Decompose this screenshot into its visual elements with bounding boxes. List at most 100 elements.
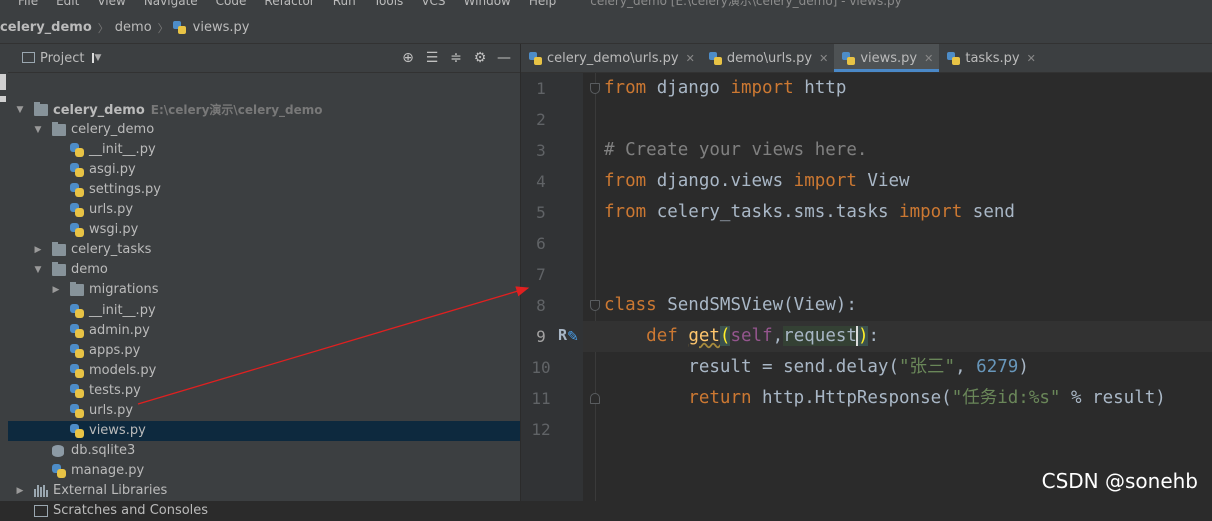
python-file-icon — [947, 51, 961, 65]
tree-item-db-sqlite3[interactable]: db.sqlite3 — [8, 441, 520, 461]
structure-tool-icon[interactable] — [0, 96, 6, 102]
chevron-down-icon[interactable]: ▼ — [14, 100, 26, 120]
project-tool-icon[interactable] — [0, 74, 6, 90]
tree-item-celery-demo[interactable]: ▼ celery_demo — [8, 120, 520, 140]
menu-help[interactable]: Help — [529, 0, 556, 7]
python-file-icon — [708, 51, 722, 65]
line-number: 8 — [536, 296, 546, 315]
editor-tab-demo-urls-py[interactable]: demo\urls.py ✕ — [701, 44, 835, 72]
tab-label: celery_demo\urls.py — [547, 50, 679, 66]
fold-marker-icon[interactable] — [590, 300, 600, 311]
close-icon[interactable]: ✕ — [686, 52, 695, 65]
tree-item-admin-py[interactable]: admin.py — [8, 321, 520, 341]
menu-view[interactable]: View — [97, 0, 125, 7]
menu-code[interactable]: Code — [216, 0, 247, 7]
tree-item-urls-py[interactable]: urls.py — [8, 401, 520, 421]
tree-item-celery-tasks[interactable]: ▶ celery_tasks — [8, 240, 520, 260]
editor: celery_demo\urls.py ✕ demo\urls.py ✕ views.p… — [521, 44, 1212, 501]
menu-navigate[interactable]: Navigate — [144, 0, 198, 7]
menu-tools[interactable]: Tools — [374, 0, 404, 7]
python-file-icon — [70, 403, 84, 418]
tab-label: demo\urls.py — [726, 50, 813, 66]
chevron-down-icon[interactable]: ▼ — [92, 53, 101, 63]
fold-end-marker-icon[interactable] — [590, 393, 600, 404]
menu-bar: File Edit View Navigate Code Refactor Run Tools… — [0, 0, 1212, 12]
tree-item-label: External Libraries — [53, 482, 168, 498]
tree-item-label: demo — [71, 262, 108, 278]
tab-label: views.py — [860, 50, 918, 66]
python-file-icon — [70, 363, 84, 378]
editor-tab-celery-demo-urls-py[interactable]: celery_demo\urls.py ✕ — [521, 44, 701, 72]
tree-item-init-py[interactable]: __init__.py — [8, 140, 520, 160]
editor-tab-views-py[interactable]: views.py ✕ — [834, 44, 940, 72]
close-icon[interactable]: ✕ — [819, 52, 828, 65]
tree-item-label: Scratches and Consoles — [53, 503, 209, 518]
tree-item-label: manage.py — [71, 462, 145, 478]
tree-item-demo[interactable]: ▼ demo — [8, 260, 520, 280]
project-view-selector[interactable]: Project — [40, 51, 84, 66]
python-file-icon — [70, 383, 84, 398]
close-icon[interactable]: ✕ — [924, 52, 933, 65]
route-marker-icon[interactable]: R — [558, 326, 567, 344]
breadcrumb-file[interactable]: views.py — [189, 20, 254, 35]
minimize-icon[interactable]: — — [492, 50, 516, 66]
tree-item-label: celery_demo E:\celery演示\celery_demo — [53, 103, 323, 118]
python-file-icon — [70, 343, 84, 358]
code-line-4: from django.views import View — [604, 171, 910, 191]
breadcrumb-folder[interactable]: demo — [111, 20, 156, 35]
python-file-icon — [70, 203, 84, 218]
database-icon — [52, 444, 64, 457]
line-number: 7 — [536, 265, 546, 284]
menu-file[interactable]: File — [18, 0, 38, 7]
menu-run[interactable]: Run — [333, 0, 356, 7]
window-title: celery_demo [E:\celery演示\celery_demo] - … — [590, 0, 902, 8]
chevron-right-icon[interactable]: ▶ — [32, 240, 44, 260]
expand-all-icon[interactable]: ☰ — [420, 50, 444, 66]
chevron-right-icon[interactable]: ▶ — [14, 481, 26, 501]
gear-icon[interactable]: ⚙ — [468, 50, 492, 66]
fold-marker-icon[interactable] — [590, 83, 600, 94]
collapse-all-icon[interactable]: ≑ — [444, 50, 468, 66]
line-number: 10 — [531, 358, 551, 377]
tree-item-migrations[interactable]: ▶ migrations — [8, 280, 520, 300]
tree-item-scratches-and-consoles[interactable]: Scratches and Consoles — [8, 501, 520, 521]
tree-item-views-py[interactable]: views.py — [8, 420, 520, 441]
scratch-icon — [34, 505, 48, 517]
locate-icon[interactable]: ⊕ — [396, 50, 420, 66]
menu-edit[interactable]: Edit — [56, 0, 79, 7]
tree-item-celery-demo[interactable]: ▼ celery_demo E:\celery演示\celery_demo — [8, 100, 520, 120]
tree-item-external-libraries[interactable]: ▶ External Libraries — [8, 481, 520, 501]
folder-icon — [52, 122, 66, 137]
tree-item-models-py[interactable]: models.py — [8, 361, 520, 381]
tree-item-tests-py[interactable]: tests.py — [8, 381, 520, 401]
chevron-down-icon[interactable]: ▼ — [32, 260, 44, 280]
editor-gutter: 1 2 3 4 5 6 7 8 9 10 11 12 R ✎ — [521, 73, 600, 501]
code-line-3: # Create your views here. — [604, 140, 868, 160]
tree-item-manage-py[interactable]: manage.py — [8, 461, 520, 481]
code-line-1: from django import http — [604, 78, 847, 98]
tree-item-label: celery_tasks — [71, 242, 152, 258]
chevron-right-icon[interactable]: ▶ — [50, 280, 62, 300]
menu-window[interactable]: Window — [464, 0, 511, 7]
project-panel: Project ▼ ⊕ ☰ ≑ ⚙ — ▼ celery_demo E:\celer… — [8, 44, 520, 518]
tree-item-urls-py[interactable]: urls.py — [8, 200, 520, 220]
tree-item-settings-py[interactable]: settings.py — [8, 180, 520, 200]
line-number: 2 — [536, 110, 546, 129]
menu-vcs[interactable]: VCS — [421, 0, 445, 7]
edit-pencil-icon[interactable]: ✎ — [567, 329, 579, 345]
python-file-icon — [70, 143, 84, 158]
folder-icon — [52, 242, 66, 257]
tree-item-asgi-py[interactable]: asgi.py — [8, 160, 520, 180]
breadcrumb-project[interactable]: celery_demo — [0, 20, 96, 35]
tree-item-init-py[interactable]: __init__.py — [8, 301, 520, 321]
tree-item-label: db.sqlite3 — [71, 442, 136, 458]
close-icon[interactable]: ✕ — [1027, 52, 1036, 65]
chevron-down-icon[interactable]: ▼ — [32, 120, 44, 140]
tree-item-wsgi-py[interactable]: wsgi.py — [8, 220, 520, 240]
menu-refactor[interactable]: Refactor — [264, 0, 314, 7]
python-file-icon — [70, 323, 84, 338]
project-toolbar: ⊕ ☰ ≑ ⚙ — — [396, 44, 516, 72]
editor-tab-tasks-py[interactable]: tasks.py ✕ — [939, 44, 1041, 72]
tree-item-apps-py[interactable]: apps.py — [8, 341, 520, 361]
project-panel-header: Project ▼ ⊕ ☰ ≑ ⚙ — — [8, 44, 520, 73]
